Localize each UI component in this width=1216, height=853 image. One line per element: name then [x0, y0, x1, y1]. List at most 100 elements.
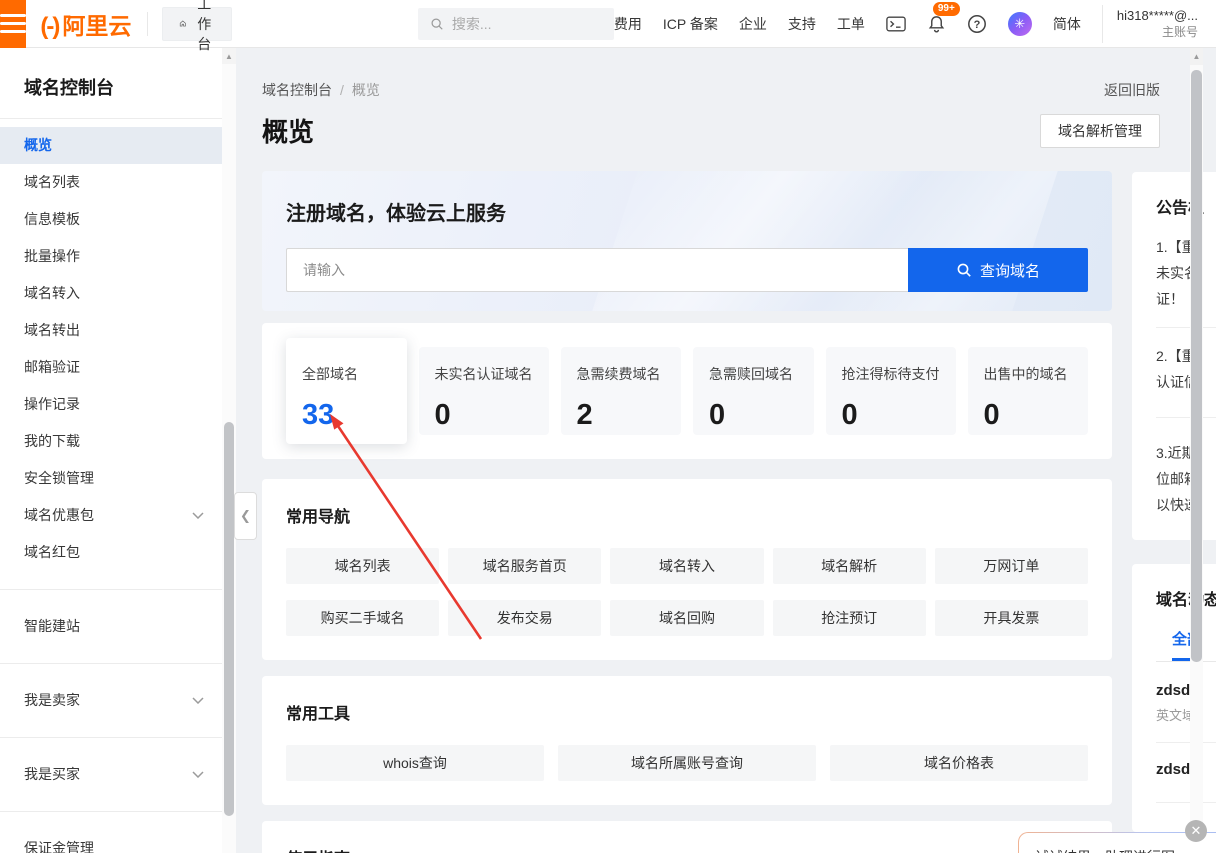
sidebar: 域名控制台 概览 域名列表 信息模板 批量操作 域名转入 域名转出 邮箱验证 操…: [0, 48, 222, 853]
announcement-item[interactable]: 3.近期 位邮箱 以快递: [1156, 440, 1216, 518]
sidebar-item-label: 信息模板: [24, 201, 80, 238]
nav-billing[interactable]: 费用: [614, 14, 642, 34]
banner-title: 注册域名，体验云上服务: [286, 197, 1088, 226]
stat-label: 急需赎回域名: [709, 364, 798, 384]
help-icon[interactable]: ?: [967, 14, 987, 34]
stat-redeem-needed[interactable]: 急需赎回域名 0: [693, 347, 814, 435]
sidebar-item-info-template[interactable]: 信息模板: [0, 201, 222, 238]
chevron-down-icon: [192, 512, 204, 519]
sidebar-scrollbar-thumb[interactable]: [224, 422, 234, 816]
announcement-line: 认证信: [1156, 369, 1216, 395]
section-title: 常用导航: [286, 503, 1088, 527]
account-menu[interactable]: hi318*****@... 主账号: [1102, 5, 1206, 43]
nav-btn-buyback[interactable]: 域名回购: [610, 600, 763, 636]
sidebar-scrollbar[interactable]: ▲: [222, 48, 236, 853]
stat-unverified-domains[interactable]: 未实名认证域名 0: [419, 347, 549, 435]
domain-search-input[interactable]: [286, 248, 908, 292]
aliyun-logo[interactable]: (-) 阿里云: [40, 7, 131, 41]
domain-activity-card: 域名动态 全部 zdsdf 英文域 zdsdf: [1132, 564, 1216, 832]
nav-icp[interactable]: ICP 备案: [663, 14, 718, 34]
right-column: 公告栏 1.【重 未实名 证！ 2.【重 认证信 3.近期 位邮箱 以快递 域名…: [1132, 172, 1216, 832]
sidebar-item-my-downloads[interactable]: 我的下载: [0, 423, 222, 460]
sidebar-item-transfer-out[interactable]: 域名转出: [0, 312, 222, 349]
guide-card: 使用指南: [262, 821, 1112, 853]
back-to-old-link[interactable]: 返回旧版: [1104, 80, 1160, 100]
sidebar-item-batch-ops[interactable]: 批量操作: [0, 238, 222, 275]
stat-renewal-needed[interactable]: 急需续费域名 2: [561, 347, 682, 435]
svg-text:?: ?: [973, 19, 980, 31]
tool-btn-price-list[interactable]: 域名价格表: [830, 745, 1088, 781]
announcement-item[interactable]: 2.【重 认证信: [1156, 343, 1216, 395]
sidebar-title: 域名控制台: [0, 48, 222, 119]
language-switch[interactable]: 简体: [1053, 14, 1081, 34]
sidebar-item-email-verify[interactable]: 邮箱验证: [0, 349, 222, 386]
sidebar-item-domain-redpacket[interactable]: 域名红包: [0, 534, 222, 571]
sidebar-item-smart-website[interactable]: 智能建站: [0, 608, 222, 645]
nav-btn-domain-home[interactable]: 域名服务首页: [448, 548, 601, 584]
hamburger-menu-button[interactable]: [0, 0, 26, 48]
page-title: 概览: [262, 112, 314, 149]
tool-btn-whois[interactable]: whois查询: [286, 745, 544, 781]
sidebar-item-domain-packages[interactable]: 域名优惠包: [0, 497, 222, 534]
nav-btn-wanwang-orders[interactable]: 万网订单: [935, 548, 1088, 584]
sidebar-item-seller[interactable]: 我是卖家: [0, 682, 222, 719]
divider: [1156, 417, 1216, 418]
sidebar-item-buyer[interactable]: 我是买家: [0, 756, 222, 793]
scroll-up-icon[interactable]: ▲: [222, 48, 236, 64]
stat-on-sale[interactable]: 出售中的域名 0: [968, 347, 1089, 435]
ai-assistant-icon[interactable]: ✳: [1008, 12, 1032, 36]
sidebar-item-overview[interactable]: 概览: [0, 127, 222, 164]
top-bar: (-) 阿里云 工作台 费用 ICP 备案 企业 支持 工单 99+: [0, 0, 1216, 48]
nav-btn-domain-list[interactable]: 域名列表: [286, 548, 439, 584]
sidebar-item-domain-list[interactable]: 域名列表: [0, 164, 222, 201]
page-scrollbar-thumb[interactable]: [1191, 70, 1202, 662]
nav-btn-buy-secondhand[interactable]: 购买二手域名: [286, 600, 439, 636]
nav-btn-dns[interactable]: 域名解析: [773, 548, 926, 584]
tool-btn-account-lookup[interactable]: 域名所属账号查询: [558, 745, 816, 781]
stat-value: 0: [435, 399, 533, 432]
announcement-item[interactable]: 1.【重 未实名 证！: [1156, 234, 1216, 312]
domain-stats-card: 全部域名 33 未实名认证域名 0 急需续费域名 2 急需赎回域名 0 抢注得标…: [262, 323, 1112, 459]
notification-bell-icon[interactable]: 99+: [927, 14, 946, 34]
workbench-button[interactable]: 工作台: [162, 7, 232, 41]
breadcrumb-separator: /: [340, 82, 344, 98]
sidebar-item-deposit[interactable]: 保证金管理: [0, 830, 222, 853]
sidebar-collapse-handle[interactable]: ❮: [234, 492, 257, 540]
stat-value: 0: [842, 399, 940, 432]
header-search-input[interactable]: [452, 16, 602, 32]
nav-btn-transfer-in[interactable]: 域名转入: [610, 548, 763, 584]
page-scrollbar[interactable]: ▲: [1190, 48, 1203, 853]
stat-value: 0: [984, 399, 1073, 432]
domain-item-name[interactable]: zdsdf: [1156, 761, 1216, 778]
common-tools-grid: whois查询 域名所属账号查询 域名价格表: [286, 745, 1088, 781]
nav-ticket[interactable]: 工单: [837, 14, 865, 34]
stat-backorder-pay[interactable]: 抢注得标待支付 0: [826, 347, 956, 435]
domain-item-name[interactable]: zdsdf: [1156, 682, 1216, 699]
domain-activity-title: 域名动态: [1156, 586, 1216, 610]
announcement-line: 未实名: [1156, 260, 1216, 286]
divider: [1156, 802, 1216, 803]
breadcrumb-root[interactable]: 域名控制台: [262, 80, 332, 100]
console-terminal-icon[interactable]: [886, 15, 906, 33]
nav-btn-backorder[interactable]: 抢注预订: [773, 600, 926, 636]
close-icon[interactable]: ✕: [1185, 820, 1207, 842]
query-domain-button[interactable]: 查询域名: [908, 248, 1088, 292]
breadcrumb-current: 概览: [352, 80, 380, 100]
nav-btn-publish-trade[interactable]: 发布交易: [448, 600, 601, 636]
scroll-up-icon[interactable]: ▲: [1190, 48, 1203, 65]
sidebar-item-label: 批量操作: [24, 238, 80, 275]
sidebar-item-operation-log[interactable]: 操作记录: [0, 386, 222, 423]
query-domain-label: 查询域名: [980, 260, 1040, 281]
header-search[interactable]: [418, 8, 614, 40]
sidebar-item-transfer-in[interactable]: 域名转入: [0, 275, 222, 312]
nav-enterprise[interactable]: 企业: [739, 14, 767, 34]
nav-support[interactable]: 支持: [788, 14, 816, 34]
search-icon: [956, 262, 972, 278]
sidebar-item-label: 概览: [24, 127, 52, 164]
nav-btn-invoice[interactable]: 开具发票: [935, 600, 1088, 636]
stat-all-domains[interactable]: 全部域名 33: [286, 338, 407, 444]
dns-manage-button[interactable]: 域名解析管理: [1040, 114, 1160, 148]
sidebar-item-security-lock[interactable]: 安全锁管理: [0, 460, 222, 497]
workbench-label: 工作台: [194, 0, 215, 54]
common-tools-card: 常用工具 whois查询 域名所属账号查询 域名价格表: [262, 676, 1112, 805]
